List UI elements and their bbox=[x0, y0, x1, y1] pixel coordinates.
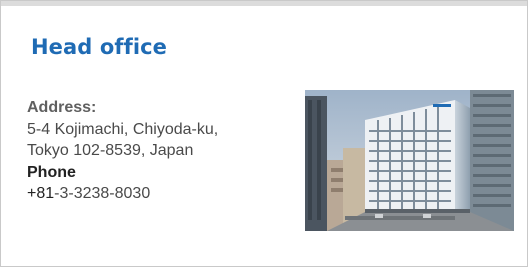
phone-local-number: -3-3238-8030 bbox=[54, 185, 151, 202]
address-label: Address: bbox=[27, 99, 97, 116]
office-title: Head office bbox=[31, 35, 168, 59]
phone-number: +81-3-3238-8030 bbox=[27, 183, 297, 205]
building-image bbox=[305, 90, 514, 231]
office-info: Address: 5-4 Kojimachi, Chiyoda-ku, Toky… bbox=[27, 97, 297, 205]
card-top-divider bbox=[1, 1, 527, 6]
address-line-1: 5-4 Kojimachi, Chiyoda-ku, bbox=[27, 120, 219, 138]
address-line-2: Tokyo 102-8539, Japan bbox=[27, 142, 194, 159]
office-building-photo bbox=[305, 90, 514, 231]
office-card: Head office Address: 5-4 Kojimachi, Chiy… bbox=[0, 0, 528, 267]
phone-label: Phone bbox=[27, 163, 76, 181]
phone-country-code: +81 bbox=[27, 185, 55, 202]
